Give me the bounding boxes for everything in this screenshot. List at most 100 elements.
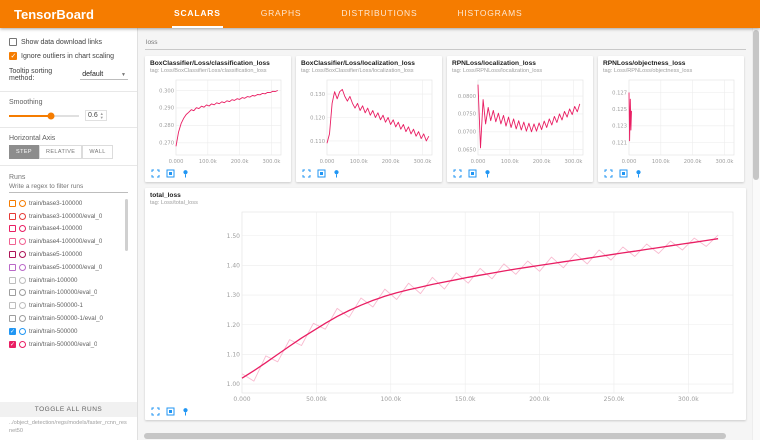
pin-icon[interactable] [483,169,492,178]
main-content: BoxClassifier/Loss/classification_loss t… [138,28,760,440]
tab-distributions[interactable]: DISTRIBUTIONS [339,0,419,28]
pin-icon[interactable] [181,169,190,178]
fullscreen-icon[interactable] [302,169,311,178]
fit-domain-icon[interactable] [468,169,477,178]
tab-graphs[interactable]: GRAPHS [259,0,304,28]
horizontal-axis-label: Horizontal Axis [9,135,128,142]
run-color-swatch-icon[interactable] [19,200,26,207]
scrollbar-thumb[interactable] [144,433,726,439]
fit-domain-icon[interactable] [317,169,326,178]
run-color-swatch-icon[interactable] [19,277,26,284]
checkbox-checked-icon [9,52,17,60]
app-title: TensorBoard [0,0,172,28]
svg-text:1.30: 1.30 [227,292,241,299]
stepper-arrows-icon[interactable]: ▲▼ [100,112,104,119]
run-color-swatch-icon[interactable] [19,264,26,271]
toggle-all-runs-button[interactable]: TOGGLE ALL RUNS [0,402,137,417]
run-item[interactable]: train/base4-100000 [9,223,128,236]
run-checkbox-icon[interactable] [9,264,16,271]
run-checkbox-icon[interactable] [9,315,16,322]
tag-filter-input[interactable] [145,37,746,48]
total-loss-chart[interactable]: 1.001.101.201.301.401.500.00050.00k100.0… [150,208,738,404]
run-color-swatch-icon[interactable] [19,225,26,232]
run-color-swatch-icon[interactable] [19,289,26,296]
fit-domain-icon[interactable] [619,169,628,178]
run-color-swatch-icon[interactable] [19,328,26,335]
show-download-links-checkbox[interactable]: Show data download links [9,38,128,46]
fullscreen-icon[interactable] [604,169,613,178]
pin-icon[interactable] [634,169,643,178]
svg-text:200.0k: 200.0k [533,159,551,165]
run-color-swatch-icon[interactable] [19,302,26,309]
svg-text:0.123: 0.123 [612,124,627,130]
tab-histograms[interactable]: HISTOGRAMS [455,0,524,28]
run-checkbox-icon[interactable] [9,238,16,245]
svg-text:100.0k: 100.0k [652,159,670,165]
run-item[interactable]: ✓train/train-500000/eval_0 [9,338,128,351]
svg-text:0.0800: 0.0800 [458,94,476,100]
pin-icon[interactable] [332,169,341,178]
rpn-localization-loss-chart[interactable]: 0.06500.07000.07500.08000.000100.0k200.0… [452,76,588,166]
run-item[interactable]: train/base5-100000/eval_0 [9,261,128,274]
run-item[interactable]: train/base5-100000 [9,248,128,261]
run-item[interactable]: train/train-100000/eval_0 [9,287,128,300]
run-checkbox-icon[interactable] [9,289,16,296]
svg-text:0.0750: 0.0750 [458,112,476,118]
chart-toolbar [150,166,286,180]
rpn-objectness-loss-chart[interactable]: 0.1210.1230.1250.1270.000100.0k200.0k300… [603,76,739,166]
axis-step-button[interactable]: STEP [9,145,39,159]
chart-toolbar [150,404,741,418]
axis-wall-button[interactable]: WALL [82,145,112,159]
run-color-swatch-icon[interactable] [19,238,26,245]
run-checkbox-icon[interactable] [9,200,16,207]
run-item[interactable]: train/base3-100000 [9,197,128,210]
chart-title: BoxClassifier/Loss/classification_loss [150,60,286,67]
box-localization-loss-chart[interactable]: 0.1100.1200.1300.000100.0k200.0k300.0k [301,76,437,166]
run-color-swatch-icon[interactable] [19,251,26,258]
scrollbar-thumb[interactable] [753,30,759,180]
run-item[interactable]: train/base3-100000/eval_0 [9,210,128,223]
run-color-swatch-icon[interactable] [19,315,26,322]
tooltip-sorting-dropdown[interactable]: default ▼ [80,70,128,80]
slider-knob-icon[interactable] [48,112,55,119]
fullscreen-icon[interactable] [151,407,160,416]
smoothing-row: 0.6 ▲▼ [9,110,128,121]
svg-text:50.00k: 50.00k [306,396,327,403]
ignore-outliers-checkbox[interactable]: Ignore outliers in chart scaling [9,52,128,60]
smoothing-value-stepper[interactable]: 0.6 ▲▼ [85,110,107,121]
runs-filter-input[interactable] [9,181,128,193]
svg-text:300.0k: 300.0k [565,159,583,165]
fit-domain-icon[interactable] [166,407,175,416]
run-color-swatch-icon[interactable] [19,341,26,348]
svg-text:100.0k: 100.0k [501,159,519,165]
axis-relative-button[interactable]: RELATIVE [39,145,82,159]
tab-scalars[interactable]: SCALARS [172,0,223,28]
scalar-chart-card: RPNLoss/objectness_loss tag: Loss/RPNLos… [598,56,744,182]
runs-scrollbar[interactable] [125,199,128,251]
fullscreen-icon[interactable] [453,169,462,178]
run-checkbox-icon[interactable] [9,213,16,220]
run-checkbox-icon[interactable] [9,302,16,309]
svg-text:0.110: 0.110 [310,139,325,145]
run-checkbox-icon[interactable]: ✓ [9,341,16,348]
pin-icon[interactable] [181,407,190,416]
run-checkbox-icon[interactable] [9,277,16,284]
fit-domain-icon[interactable] [166,169,175,178]
run-color-swatch-icon[interactable] [19,213,26,220]
run-item[interactable]: train/base4-100000/eval_0 [9,235,128,248]
classification-loss-chart[interactable]: 0.2700.2800.2900.3000.000100.0k200.0k300… [150,76,286,166]
log-directory-path: ../object_detection/regs/models/faster_r… [9,420,128,436]
fullscreen-icon[interactable] [151,169,160,178]
horizontal-scrollbar[interactable] [144,433,744,439]
run-checkbox-icon[interactable]: ✓ [9,328,16,335]
run-checkbox-icon[interactable] [9,225,16,232]
svg-text:250.0k: 250.0k [604,396,625,403]
chevron-down-icon: ▼ [121,72,126,78]
run-item[interactable]: train/train-500000-1/eval_0 [9,312,128,325]
smoothing-slider[interactable] [9,115,79,117]
run-item[interactable]: ✓train/train-500000 [9,325,128,338]
vertical-scrollbar[interactable] [752,28,760,440]
run-item[interactable]: train/train-100000 [9,274,128,287]
run-checkbox-icon[interactable] [9,251,16,258]
run-item[interactable]: train/train-500000-1 [9,299,128,312]
